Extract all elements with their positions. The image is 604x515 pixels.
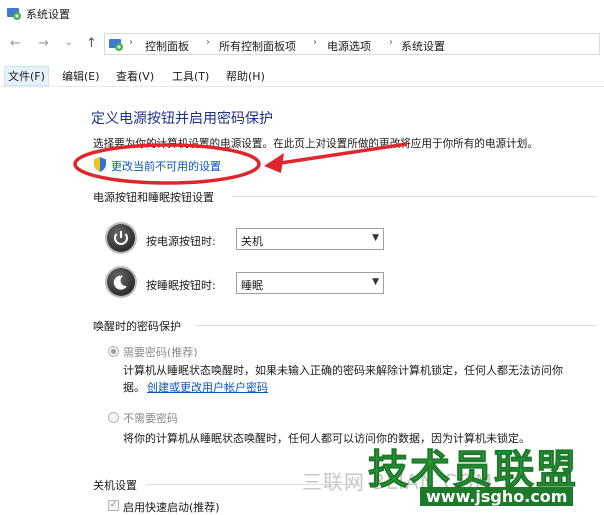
section-divider [196, 325, 596, 326]
address-bar[interactable]: › 控制面板 › 所有控制面板项 › 电源选项 › 系统设置 [104, 33, 600, 55]
site-watermark: www.jsgho.com [420, 487, 574, 506]
chevron-down-icon: ▼ [372, 233, 379, 243]
sleep-button-icon [107, 268, 135, 296]
power-button-action-select[interactable]: 关机 ▼ [236, 228, 384, 250]
menu-help[interactable]: 帮助(H) [226, 68, 265, 84]
menu-bar: 文件(F) 编辑(E) 查看(V) 工具(T) 帮助(H) [0, 64, 604, 87]
breadcrumb-separator: › [206, 37, 210, 48]
sleep-button-action-select[interactable]: 睡眠 ▼ [236, 272, 384, 294]
back-arrow-icon[interactable]: ← [10, 37, 21, 50]
fast-startup-checkbox[interactable]: ✓ [108, 500, 119, 511]
recent-locations-icon[interactable]: ⌄ [64, 35, 73, 48]
sleep-button-action-value: 睡眠 [241, 279, 263, 292]
menu-file[interactable]: 文件(F) [4, 66, 49, 86]
require-password-radio[interactable] [108, 346, 119, 357]
shutdown-section-title: 关机设置 [93, 479, 137, 492]
sleep-button-label: 按睡眠按钮时: [146, 279, 216, 292]
red-annotation-callout [73, 142, 408, 185]
control-panel-icon [7, 8, 21, 20]
menu-edit[interactable]: 编辑(E) [62, 68, 100, 84]
create-change-password-link[interactable]: 创建或更改用户帐户密码 [147, 379, 268, 395]
menu-view[interactable]: 查看(V) [116, 68, 154, 84]
title-bar: 系统设置 [0, 0, 604, 26]
window-title: 系统设置 [26, 8, 70, 21]
wake-password-section-title: 唤醒时的密码保护 [93, 320, 181, 333]
power-section-title: 电源按钮和睡眠按钮设置 [93, 191, 214, 204]
breadcrumb-system-settings[interactable]: 系统设置 [401, 38, 445, 54]
require-password-label: 需要密码(推荐) [123, 346, 198, 359]
menu-tools[interactable]: 工具(T) [172, 68, 209, 84]
no-password-label: 不需要密码 [123, 412, 178, 425]
require-password-description-end: 据。 [123, 381, 145, 394]
chevron-down-icon: ▼ [372, 277, 379, 287]
power-button-label: 按电源按钮时: [146, 235, 216, 248]
breadcrumb-all-items[interactable]: 所有控制面板项 [219, 38, 296, 54]
forward-arrow-icon[interactable]: → [38, 37, 49, 50]
page-title: 定义电源按钮并启用密码保护 [91, 111, 273, 127]
breadcrumb-control-panel[interactable]: 控制面板 [145, 38, 189, 54]
require-password-description: 计算机从睡眠状态唤醒时，如果未输入正确的密码来解除计算机锁定，任何人都无法访问你 [123, 364, 563, 377]
breadcrumb-separator: › [389, 37, 393, 48]
power-button-action-value: 关机 [241, 235, 263, 248]
power-button-icon [107, 224, 135, 252]
breadcrumb-separator: › [129, 37, 133, 48]
section-divider [232, 196, 596, 197]
up-arrow-icon[interactable]: ↑ [86, 37, 97, 50]
control-panel-icon [109, 39, 123, 51]
breadcrumb-separator: › [313, 37, 317, 48]
no-password-radio[interactable] [108, 412, 119, 423]
breadcrumb-power-options[interactable]: 电源选项 [327, 38, 371, 54]
